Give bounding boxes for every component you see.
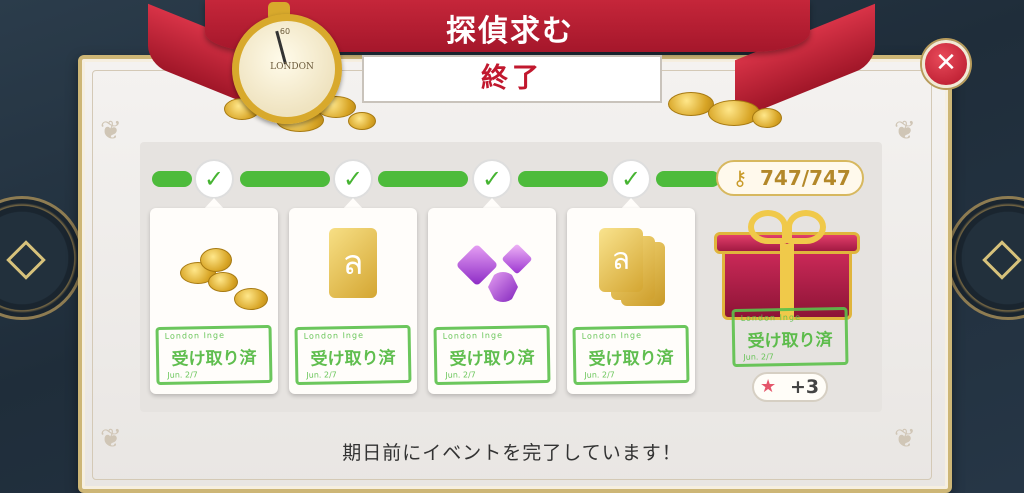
progress-segment — [378, 171, 468, 187]
key-icon: ⚷ — [732, 166, 748, 190]
corner-scroll-ornament: ❦ — [894, 116, 916, 146]
reward-card[interactable]: London Inge 受け取り済 Jun. 2/7 — [150, 208, 278, 394]
purple-gem-icon — [488, 272, 518, 302]
close-button[interactable]: ✕ — [922, 40, 970, 88]
stamp-top-text: London Inge — [303, 330, 365, 341]
coin-icon — [752, 108, 782, 128]
key-progress-badge: ⚷ 747/747 — [716, 160, 864, 196]
key-progress-separator: / — [801, 166, 810, 190]
stamp-top-text: London Inge — [164, 330, 226, 341]
close-icon: ✕ — [935, 48, 957, 78]
stopwatch-dial-number: 60 — [279, 27, 291, 36]
reward-card[interactable]: ล London Inge 受け取り済 Jun. 2/7 — [289, 208, 417, 394]
gift-bow-icon — [748, 210, 788, 244]
event-status: 終了 — [362, 55, 662, 103]
claimed-label: 受け取り済 — [171, 348, 257, 370]
key-progress-max: 747 — [809, 166, 851, 190]
stamp-bottom-text: Jun. 2/7 — [167, 370, 198, 380]
checkmark-icon: ✓ — [472, 159, 512, 199]
key-progress-current: 747 — [760, 166, 802, 190]
coin-icon — [348, 112, 376, 130]
golden-ticket-icon: ล — [599, 228, 643, 292]
claimed-stamp: London Inge 受け取り済 Jun. 2/7 — [433, 324, 551, 386]
stamp-bottom-text: Jun. 2/7 — [743, 352, 774, 362]
checkmark-icon: ✓ — [194, 159, 234, 199]
claimed-stamp: London Inge 受け取り済 Jun. 2/7 — [572, 324, 690, 386]
progress-segment — [518, 171, 608, 187]
stamp-top-text: London Inge — [442, 330, 504, 341]
gold-coins-icon — [234, 288, 268, 310]
checkmark-icon: ✓ — [611, 159, 651, 199]
claimed-label: 受け取り済 — [449, 348, 535, 370]
claimed-stamp: London Inge 受け取り済 Jun. 2/7 — [294, 324, 412, 386]
claimed-label: 受け取り済 — [588, 348, 674, 370]
stamp-bottom-text: Jun. 2/7 — [445, 370, 476, 380]
event-title: 探偵求む — [446, 14, 574, 49]
reward-card[interactable]: London Inge 受け取り済 Jun. 2/7 — [428, 208, 556, 394]
corner-scroll-ornament: ❦ — [100, 116, 122, 146]
claimed-label: 受け取り済 — [310, 348, 396, 370]
star-badge-icon: ★ — [760, 376, 777, 397]
bonus-count: +3 — [790, 376, 820, 398]
purple-gem-icon — [501, 243, 533, 275]
progress-segment — [656, 171, 720, 187]
claimed-stamp: London Inge 受け取り済 Jun. 2/7 — [731, 306, 849, 368]
stamp-top-text: London Inge — [581, 330, 643, 341]
key-progress-count: 747/747 — [760, 166, 851, 190]
gold-coins-icon — [200, 248, 232, 272]
stamp-top-text: London Inge — [740, 312, 802, 323]
reward-card[interactable]: ล London Inge 受け取り済 Jun. 2/7 — [567, 208, 695, 394]
claimed-stamp: London Inge 受け取り済 Jun. 2/7 — [155, 324, 273, 386]
golden-ticket-icon: ล — [329, 228, 377, 298]
gold-coins-icon — [208, 272, 238, 292]
progress-segment — [152, 171, 192, 187]
stopwatch-brand: LONDON — [270, 62, 314, 72]
completion-message: 期日前にイベントを完了しています！ — [342, 442, 682, 464]
stamp-bottom-text: Jun. 2/7 — [306, 370, 337, 380]
progress-segment — [240, 171, 330, 187]
coin-icon — [708, 100, 760, 126]
checkmark-icon: ✓ — [333, 159, 373, 199]
gift-bow-icon — [786, 210, 826, 244]
bonus-badge: ★ +3 — [752, 372, 828, 402]
claimed-label: 受け取り済 — [747, 330, 833, 352]
stamp-bottom-text: Jun. 2/7 — [584, 370, 615, 380]
